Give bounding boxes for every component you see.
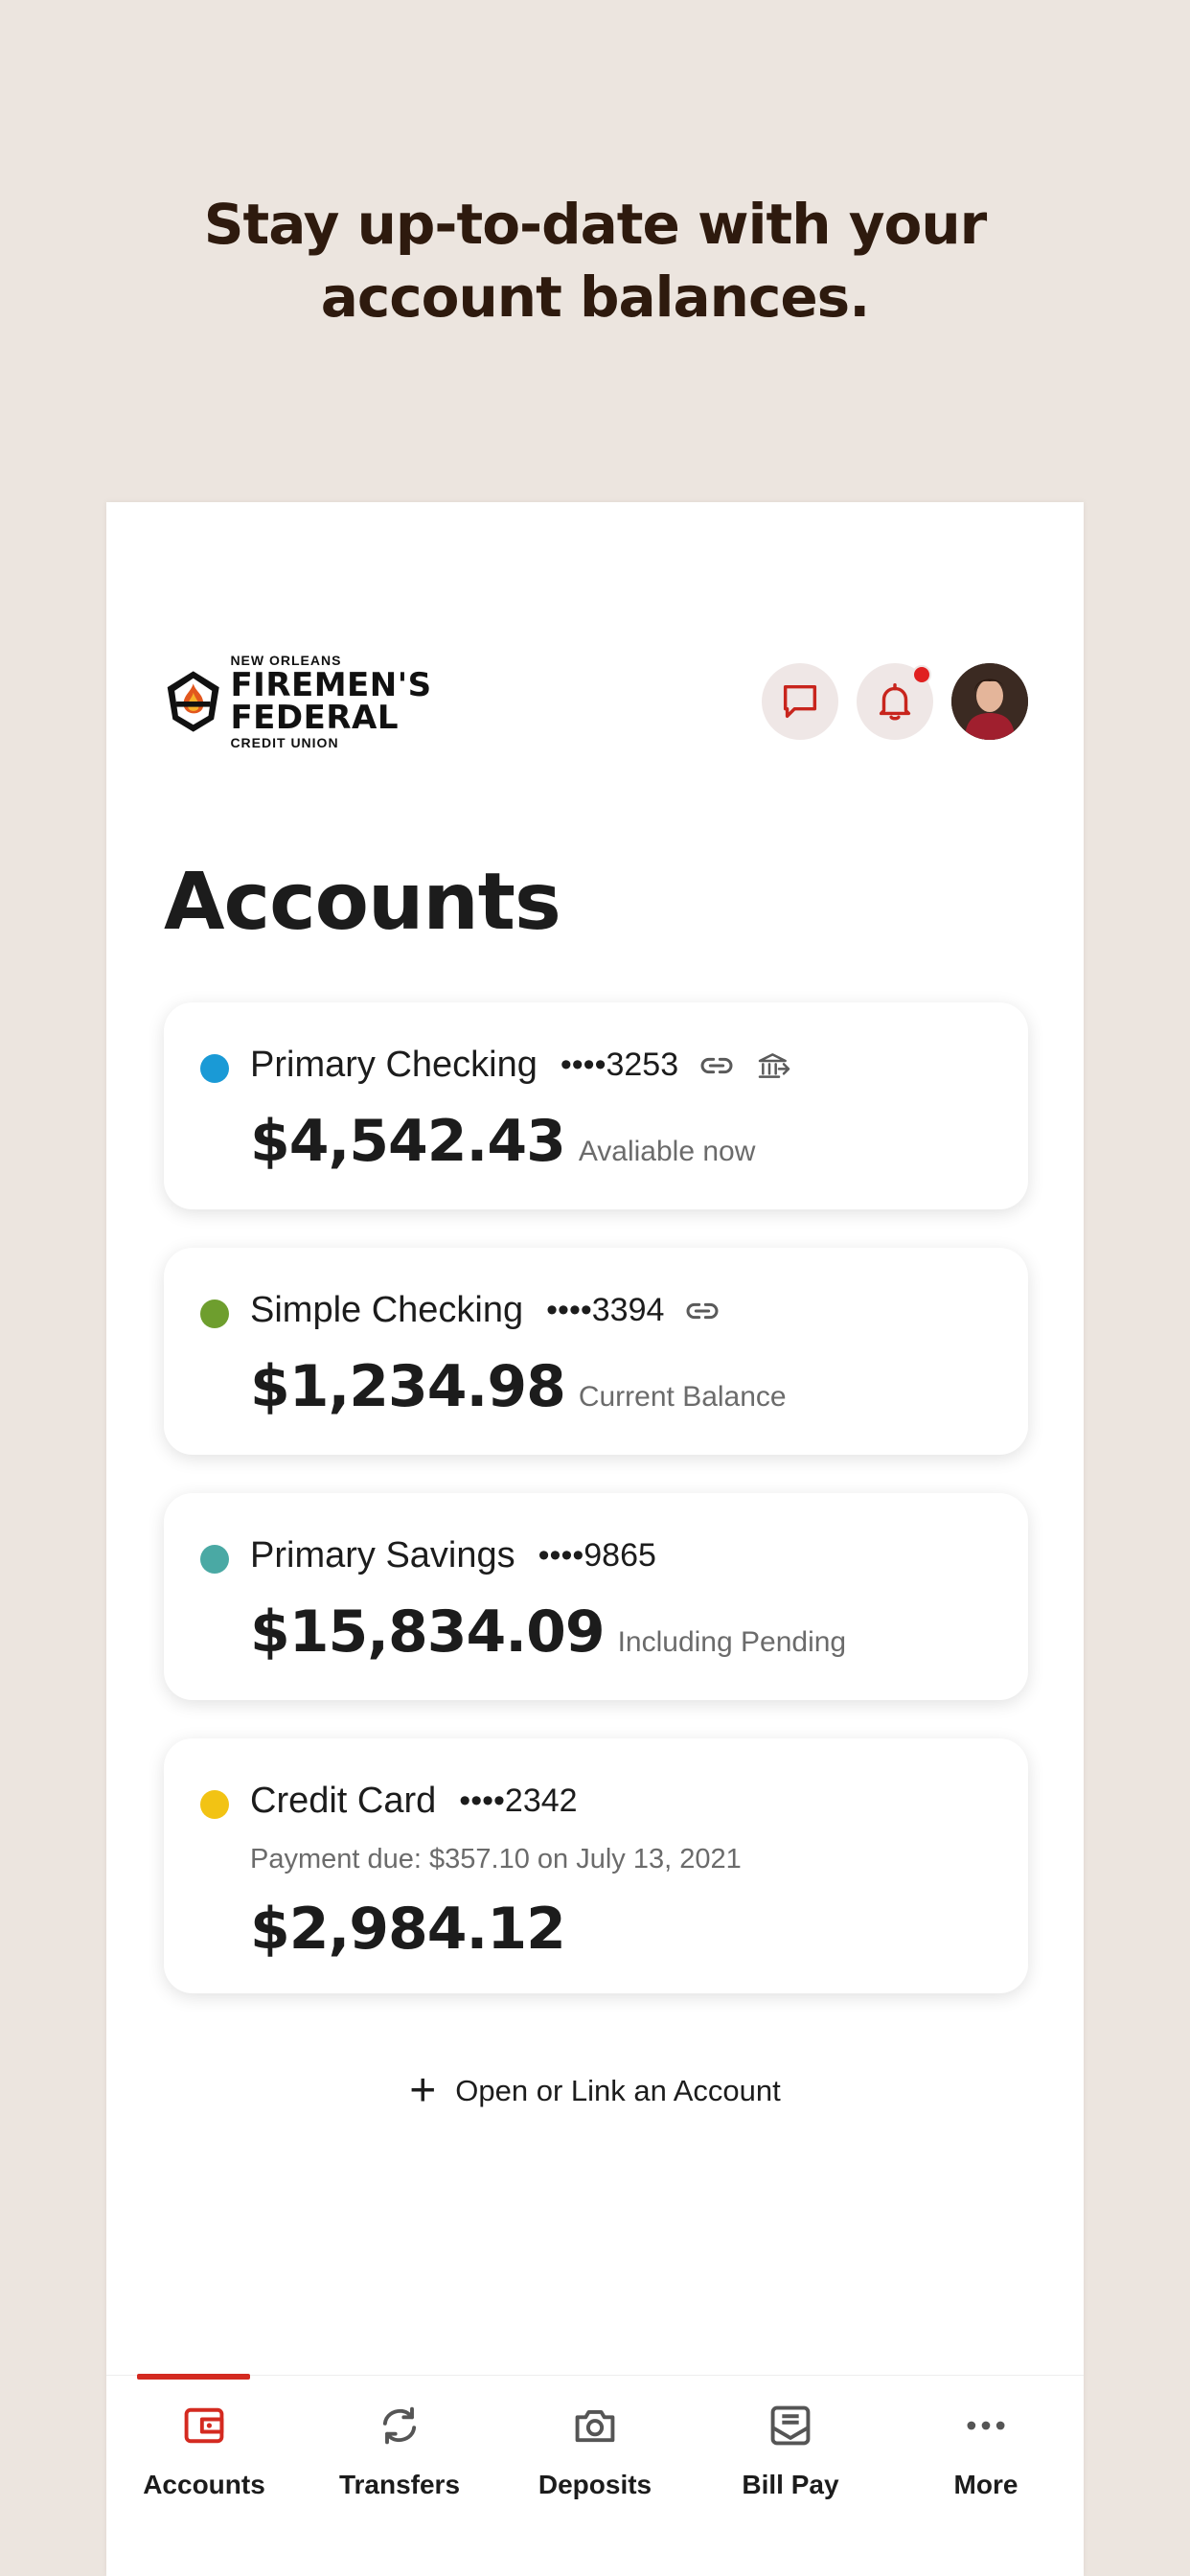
balance-row: $2,984.12 [250, 1896, 566, 1963]
account-color-dot [200, 1300, 229, 1328]
account-balance: $1,234.98 [250, 1353, 566, 1420]
bill-icon [693, 2397, 888, 2454]
account-number-mask: ••••3253 [560, 1046, 679, 1083]
user-photo-icon [951, 663, 1028, 740]
brand-logo-text: NEW ORLEANS FIREMEN'S FEDERAL CREDIT UNI… [230, 654, 585, 749]
balance-row: $15,834.09 Including Pending [250, 1598, 846, 1666]
notification-badge [912, 665, 931, 684]
messages-button[interactable] [762, 663, 838, 740]
balance-note: Current Balance [578, 1381, 787, 1413]
profile-avatar[interactable] [951, 663, 1028, 740]
transfer-icon [302, 2397, 497, 2454]
account-card-primary-checking[interactable]: Primary Checking ••••3253 $4,542.43 Aval… [164, 1002, 1028, 1209]
balance-row: $1,234.98 Current Balance [250, 1353, 787, 1420]
notifications-button[interactable] [857, 663, 933, 740]
balance-note: Avaliable now [578, 1136, 756, 1167]
nav-label: More [953, 2470, 1018, 2499]
more-icon [888, 2397, 1084, 2454]
nav-bill-pay[interactable]: Bill Pay [693, 2376, 888, 2576]
app-screen: NEW ORLEANS FIREMEN'S FEDERAL CREDIT UNI… [106, 502, 1084, 2576]
account-name: Credit Card [250, 1781, 437, 1821]
account-balance: $15,834.09 [250, 1598, 606, 1666]
account-card-primary-savings[interactable]: Primary Savings ••••9865 $15,834.09 Incl… [164, 1493, 1028, 1700]
payment-due-text: Payment due: $357.10 on July 13, 2021 [250, 1844, 742, 1874]
logo-bottom-text: CREDIT UNION [230, 735, 339, 750]
account-number-mask: ••••2342 [459, 1782, 578, 1819]
promo-headline: Stay up-to-date with your account balanc… [0, 188, 1190, 334]
nav-accounts[interactable]: Accounts [106, 2374, 302, 2576]
promo-headline-line2: account balances. [320, 264, 871, 330]
account-card-credit-card[interactable]: Credit Card ••••2342 Payment due: $357.1… [164, 1738, 1028, 1993]
account-name: Simple Checking [250, 1290, 524, 1330]
account-balance: $4,542.43 [250, 1108, 566, 1175]
nav-transfers[interactable]: Transfers [302, 2376, 497, 2576]
page-title: Accounts [164, 857, 561, 948]
nav-deposits[interactable]: Deposits [497, 2376, 693, 2576]
link-icon [683, 1292, 721, 1330]
bottom-navigation: Accounts Transfers Deposits Bill Pay Mor [106, 2374, 1084, 2576]
logo-top-text: NEW ORLEANS [230, 653, 342, 668]
account-name: Primary Checking [250, 1045, 538, 1085]
bell-icon [879, 683, 911, 721]
balance-row: $4,542.43 Avaliable now [250, 1108, 755, 1175]
nav-label: Transfers [338, 2470, 461, 2499]
plus-icon: + [409, 2065, 437, 2116]
account-header: Simple Checking ••••3394 [250, 1290, 721, 1331]
active-tab-indicator [137, 2374, 250, 2380]
account-header: Primary Savings ••••9865 [250, 1535, 656, 1576]
logo-main-text: FIREMEN'S FEDERAL [230, 666, 432, 737]
camera-icon [497, 2397, 693, 2454]
account-number-mask: ••••9865 [538, 1537, 656, 1574]
account-header: Credit Card ••••2342 [250, 1781, 578, 1822]
account-number-mask: ••••3394 [546, 1292, 665, 1328]
nav-label: Accounts [143, 2470, 265, 2499]
account-color-dot [200, 1545, 229, 1574]
promo-headline-line1: Stay up-to-date with your [203, 192, 988, 257]
account-name: Primary Savings [250, 1535, 515, 1576]
nav-label: Bill Pay [742, 2470, 839, 2499]
balance-note: Including Pending [617, 1626, 847, 1658]
open-link-account-button[interactable]: + Open or Link an Account [106, 2068, 1084, 2114]
account-header: Primary Checking ••••3253 [250, 1045, 793, 1086]
wallet-icon [106, 2397, 302, 2454]
nav-label: Deposits [538, 2470, 652, 2499]
account-balance: $2,984.12 [250, 1896, 566, 1963]
open-link-label: Open or Link an Account [455, 2074, 781, 2107]
bank-transfer-icon [755, 1046, 793, 1085]
account-color-dot [200, 1054, 229, 1083]
link-icon [698, 1046, 736, 1085]
account-card-simple-checking[interactable]: Simple Checking ••••3394 $1,234.98 Curre… [164, 1248, 1028, 1455]
chat-icon [783, 684, 817, 719]
nav-more[interactable]: More [888, 2376, 1084, 2576]
firemen-shield-logo-icon [167, 671, 219, 732]
brand-logo[interactable]: NEW ORLEANS FIREMEN'S FEDERAL CREDIT UNI… [164, 654, 585, 749]
account-color-dot [200, 1790, 229, 1819]
